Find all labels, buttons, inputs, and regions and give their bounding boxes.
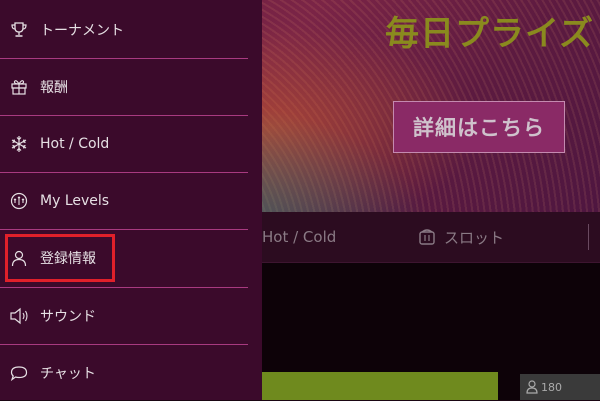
menu-item-hot-cold[interactable]: Hot / Cold	[0, 116, 262, 172]
tab-hot-cold[interactable]: Hot / Cold	[262, 212, 336, 262]
gift-icon	[9, 77, 29, 97]
speaker-icon	[9, 306, 29, 326]
details-button[interactable]: 詳細はこちら	[393, 101, 565, 153]
chat-bubble-icon	[9, 363, 29, 383]
menu-item-label: 報酬	[40, 80, 68, 96]
menu-item-tournament[interactable]: トーナメント	[0, 2, 262, 58]
tab-hot-cold-label: Hot / Cold	[262, 228, 337, 246]
tab-slots-label: スロット	[444, 228, 505, 247]
menu-item-label: My Levels	[40, 193, 110, 209]
menu-item-label: サウンド	[40, 309, 96, 325]
menu-item-rewards[interactable]: 報酬	[0, 59, 262, 115]
menu-item-my-levels[interactable]: My Levels	[0, 173, 262, 229]
side-menu: トーナメント 報酬 Hot / Cold My Levels 登録情報 サウンド…	[0, 0, 262, 400]
menu-item-label: トーナメント	[40, 23, 124, 39]
trophy-icon	[9, 20, 29, 40]
menu-item-sound[interactable]: サウンド	[0, 288, 262, 344]
player-count: 180	[541, 380, 562, 394]
menu-item-label: Hot / Cold	[40, 136, 110, 152]
menu-item-chat[interactable]: チャット	[0, 345, 262, 401]
tab-more[interactable]	[588, 224, 600, 250]
menu-item-label: チャット	[40, 366, 96, 382]
tab-slots[interactable]: スロット	[418, 212, 504, 262]
banner-title: 毎日プライズ	[385, 14, 594, 54]
highlight-frame	[5, 234, 115, 282]
snowflake-icon	[9, 134, 29, 154]
slot-machine-icon	[419, 229, 435, 245]
person-icon	[526, 380, 538, 394]
levels-gauge-icon	[9, 191, 29, 211]
game-tile[interactable]	[260, 372, 498, 400]
player-count-badge: 180	[520, 374, 600, 400]
